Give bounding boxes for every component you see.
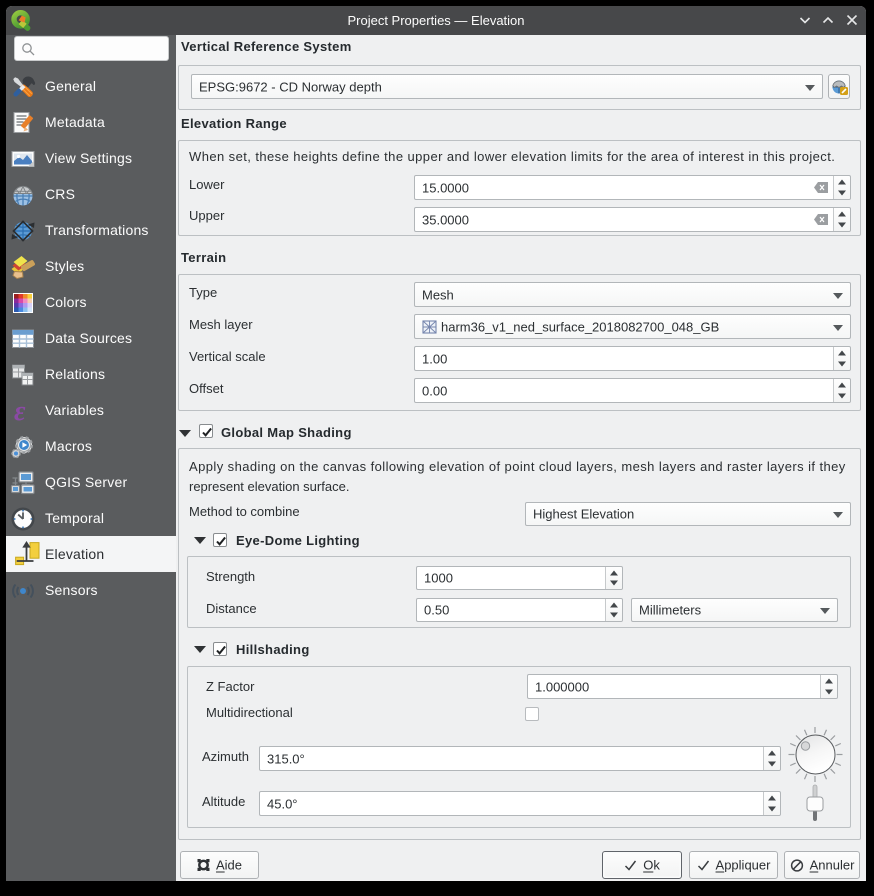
- svg-text:ε: ε: [14, 398, 26, 424]
